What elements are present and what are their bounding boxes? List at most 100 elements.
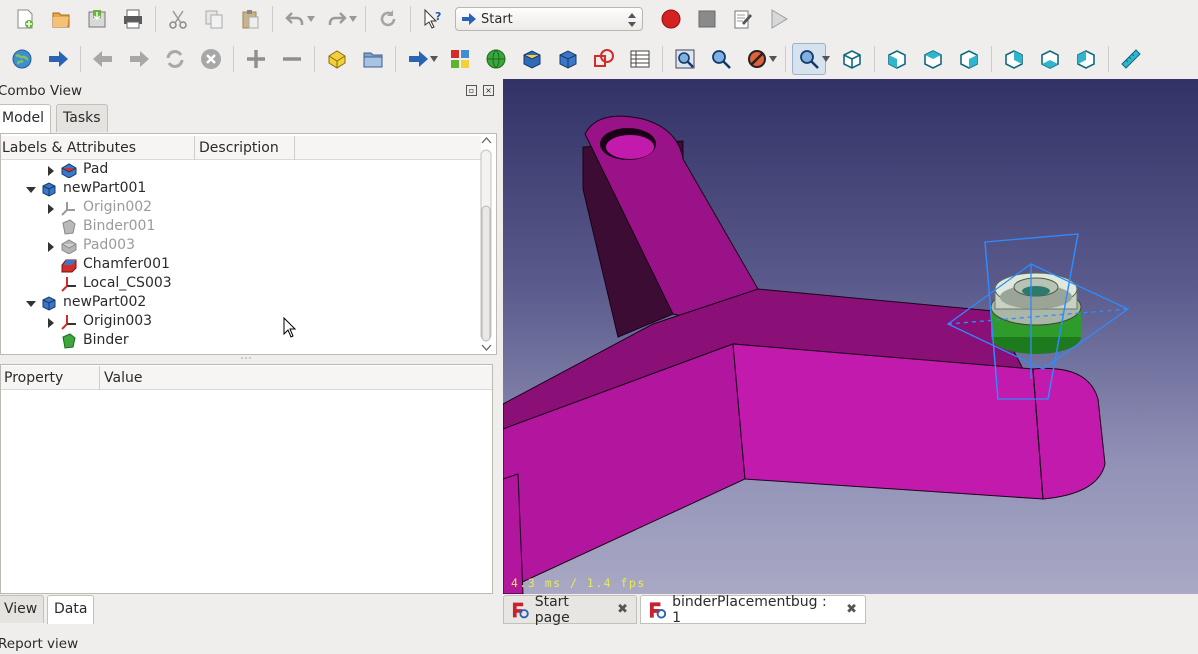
- reload-icon[interactable]: [164, 48, 186, 70]
- tree-item-label: Binder001: [83, 218, 156, 234]
- column-divider: [99, 366, 100, 390]
- tree-item-label: newPart002: [63, 294, 147, 310]
- open-folder-icon[interactable]: [50, 8, 72, 30]
- play-macro-icon[interactable]: [768, 8, 790, 30]
- collapse-arrow-icon[interactable]: [26, 185, 36, 195]
- fit-all-icon[interactable]: [674, 48, 696, 70]
- cut-icon[interactable]: [167, 8, 189, 30]
- globe-icon[interactable]: [11, 48, 33, 70]
- zoom-out-minus-icon[interactable]: [281, 48, 303, 70]
- bottom-view-icon[interactable]: [1039, 48, 1061, 70]
- left-view-icon[interactable]: [1075, 48, 1097, 70]
- front-view-icon[interactable]: [886, 48, 908, 70]
- record-macro-icon[interactable]: [660, 8, 682, 30]
- tree-item-pad[interactable]: Pad: [1, 161, 471, 180]
- tree-item-newpart002[interactable]: newPart002: [1, 294, 471, 313]
- binder-icon: [61, 333, 77, 349]
- column-header-property[interactable]: Property: [4, 370, 63, 386]
- collapse-arrow-icon[interactable]: [26, 299, 36, 309]
- tab-model[interactable]: Model: [0, 104, 52, 133]
- right-view-icon[interactable]: [958, 48, 980, 70]
- tab-view[interactable]: View: [0, 595, 45, 623]
- forward-icon[interactable]: [128, 48, 150, 70]
- measure-ruler-icon[interactable]: [1120, 48, 1142, 70]
- column-header-value[interactable]: Value: [104, 370, 142, 386]
- top-view-icon[interactable]: [922, 48, 944, 70]
- paste-icon[interactable]: [239, 8, 261, 30]
- sphere-green-icon[interactable]: [485, 48, 507, 70]
- redo-icon[interactable]: [326, 8, 348, 30]
- tab-tasks[interactable]: Tasks: [56, 104, 108, 132]
- spreadsheet-icon[interactable]: [629, 48, 651, 70]
- splitter-handle-icon[interactable]: [240, 356, 252, 360]
- tree-item-binder001[interactable]: Binder001: [1, 218, 471, 237]
- refresh-icon[interactable]: [377, 8, 399, 30]
- draw-style-icon[interactable]: [746, 48, 768, 70]
- sketch-red-icon[interactable]: [593, 48, 615, 70]
- print-icon[interactable]: [122, 8, 144, 30]
- whats-this-icon[interactable]: ?: [422, 8, 444, 30]
- column-header-labels[interactable]: Labels & Attributes: [2, 140, 136, 156]
- chevron-down-icon[interactable]: [769, 48, 777, 70]
- link-arrow-icon[interactable]: [407, 48, 429, 70]
- pad-icon: [61, 162, 77, 178]
- separator: [874, 46, 875, 72]
- new-document-icon[interactable]: [14, 8, 36, 30]
- expand-arrow-icon[interactable]: [46, 166, 56, 176]
- part-yellow-icon[interactable]: [326, 48, 348, 70]
- expand-arrow-icon[interactable]: [46, 242, 56, 252]
- edit-macro-icon[interactable]: [732, 8, 754, 30]
- chevron-down-icon[interactable]: [349, 8, 357, 30]
- zoom-in-plus-icon[interactable]: [245, 48, 267, 70]
- fit-selection-icon[interactable]: [710, 48, 732, 70]
- expand-arrow-icon[interactable]: [46, 318, 56, 328]
- tree-item-origin003[interactable]: Origin003: [1, 313, 471, 332]
- tree-item-label: Origin003: [83, 313, 153, 329]
- separator: [155, 6, 156, 32]
- tree-item-local-cs003[interactable]: Local_CS003: [1, 275, 471, 294]
- close-tab-icon[interactable]: ✖: [846, 602, 857, 617]
- 3d-model-render[interactable]: [503, 79, 1198, 594]
- back-icon[interactable]: [92, 48, 114, 70]
- tree-item-origin002[interactable]: Origin002: [1, 199, 471, 218]
- chevron-down-icon[interactable]: [822, 48, 830, 70]
- chevron-down-icon[interactable]: [430, 48, 438, 70]
- tree-item-chamfer001[interactable]: Chamfer001: [1, 256, 471, 275]
- chevron-down-icon[interactable]: [307, 8, 315, 30]
- column-divider: [194, 136, 195, 160]
- workbench-select[interactable]: Start: [455, 7, 643, 31]
- tree-item-binder[interactable]: Binder: [1, 332, 471, 351]
- arrow-right-icon[interactable]: [47, 48, 69, 70]
- tree-item-newpart001[interactable]: newPart001: [1, 180, 471, 199]
- tab-data[interactable]: Data: [47, 595, 95, 624]
- separator: [272, 6, 273, 32]
- close-panel-icon[interactable]: ×: [483, 85, 494, 96]
- tree-scrollbar[interactable]: [480, 136, 493, 352]
- tree-item-pad003[interactable]: Pad003: [1, 237, 471, 256]
- cube-blue-icon[interactable]: [557, 48, 579, 70]
- tab-binderplacementbug[interactable]: binderPlacementbug : 1 ✖: [640, 594, 866, 626]
- stop-loading-icon[interactable]: [200, 48, 222, 70]
- shapes-color-icon[interactable]: [449, 48, 471, 70]
- toolbar-view: [0, 40, 1198, 78]
- separator: [410, 6, 411, 32]
- close-tab-icon[interactable]: ✖: [617, 602, 628, 617]
- rear-view-icon[interactable]: [1003, 48, 1025, 70]
- expand-arrow-icon[interactable]: [46, 204, 56, 214]
- tree-item-label: Origin002: [83, 199, 153, 215]
- zoom-bounding-box-icon[interactable]: [792, 43, 826, 75]
- box-blue-yellow-icon[interactable]: [521, 48, 543, 70]
- tab-start-page[interactable]: Start page ✖: [503, 594, 637, 626]
- 3d-viewport[interactable]: 4.3 ms / 1.4 fps: [503, 79, 1198, 594]
- float-panel-icon[interactable]: ▫: [466, 85, 477, 96]
- undo-icon[interactable]: [284, 8, 306, 30]
- combo-view-title: Combo View: [0, 83, 82, 99]
- origin-axes-icon: [61, 200, 77, 216]
- column-header-description[interactable]: Description: [199, 140, 279, 156]
- workbench-label: Start: [481, 11, 513, 27]
- stop-macro-icon[interactable]: [696, 8, 718, 30]
- group-folder-icon[interactable]: [362, 48, 384, 70]
- save-icon[interactable]: [86, 8, 108, 30]
- copy-icon[interactable]: [203, 8, 225, 30]
- isometric-view-icon[interactable]: [841, 48, 863, 70]
